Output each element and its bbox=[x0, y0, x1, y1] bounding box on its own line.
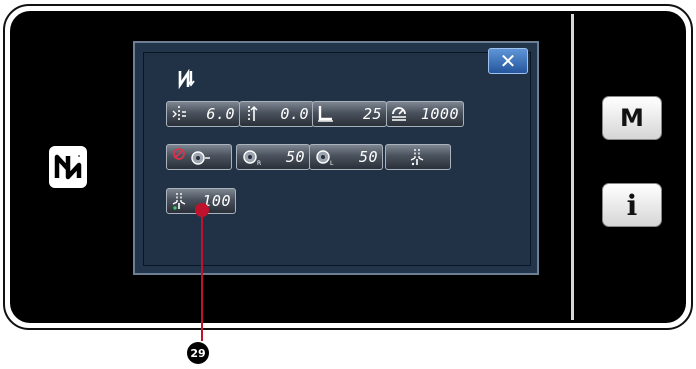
info-button[interactable]: i bbox=[602, 183, 662, 227]
needle-thread-tension-button[interactable]: 0.0 bbox=[239, 101, 314, 127]
presser-foot-pressure-button[interactable]: 25 bbox=[312, 101, 387, 127]
reverse-start-icon: R bbox=[243, 150, 261, 166]
speed-icon bbox=[392, 107, 406, 121]
mode-button[interactable]: M bbox=[602, 96, 662, 140]
thread-tension-value: 0.0 bbox=[280, 105, 309, 123]
manual-mode-icon bbox=[178, 69, 195, 89]
reverse-start-value: 50 bbox=[285, 148, 305, 166]
stitch-length-value: 6.0 bbox=[206, 105, 235, 123]
stitch-length-button[interactable]: 6.0 bbox=[166, 101, 240, 127]
panel-divider bbox=[571, 14, 574, 320]
thread-trimmer-off-button[interactable] bbox=[166, 144, 232, 170]
reverse-feed-end-button[interactable]: L 50 bbox=[309, 144, 383, 170]
callout-number: 29 bbox=[187, 342, 209, 364]
callout-line bbox=[201, 209, 203, 341]
svg-text:L: L bbox=[330, 160, 334, 166]
close-button[interactable]: ✕ bbox=[488, 48, 528, 74]
presser-foot-icon bbox=[318, 106, 333, 122]
thread-clamp-button[interactable] bbox=[385, 144, 451, 170]
no-trim-icon bbox=[173, 148, 210, 165]
max-sewing-speed-button[interactable]: 1000 bbox=[386, 101, 464, 127]
thread-clamp-icon bbox=[410, 149, 424, 166]
svg-text:R: R bbox=[257, 160, 261, 166]
callout-dot bbox=[195, 203, 209, 217]
reverse-end-icon: L bbox=[316, 150, 334, 166]
reverse-feed-start-button[interactable]: R 50 bbox=[236, 144, 310, 170]
presser-foot-value: 25 bbox=[362, 105, 382, 123]
stitch-length-icon bbox=[172, 106, 186, 122]
speed-value: 1000 bbox=[420, 105, 459, 123]
thread-clamp-icon bbox=[172, 193, 186, 210]
nfc-icon bbox=[49, 146, 87, 188]
reverse-end-value: 50 bbox=[358, 148, 378, 166]
thread-tension-icon bbox=[248, 106, 258, 122]
lcd-screen: ✕ 6.0 0.0 25 1000 R 50 L 50 100 bbox=[133, 41, 539, 275]
